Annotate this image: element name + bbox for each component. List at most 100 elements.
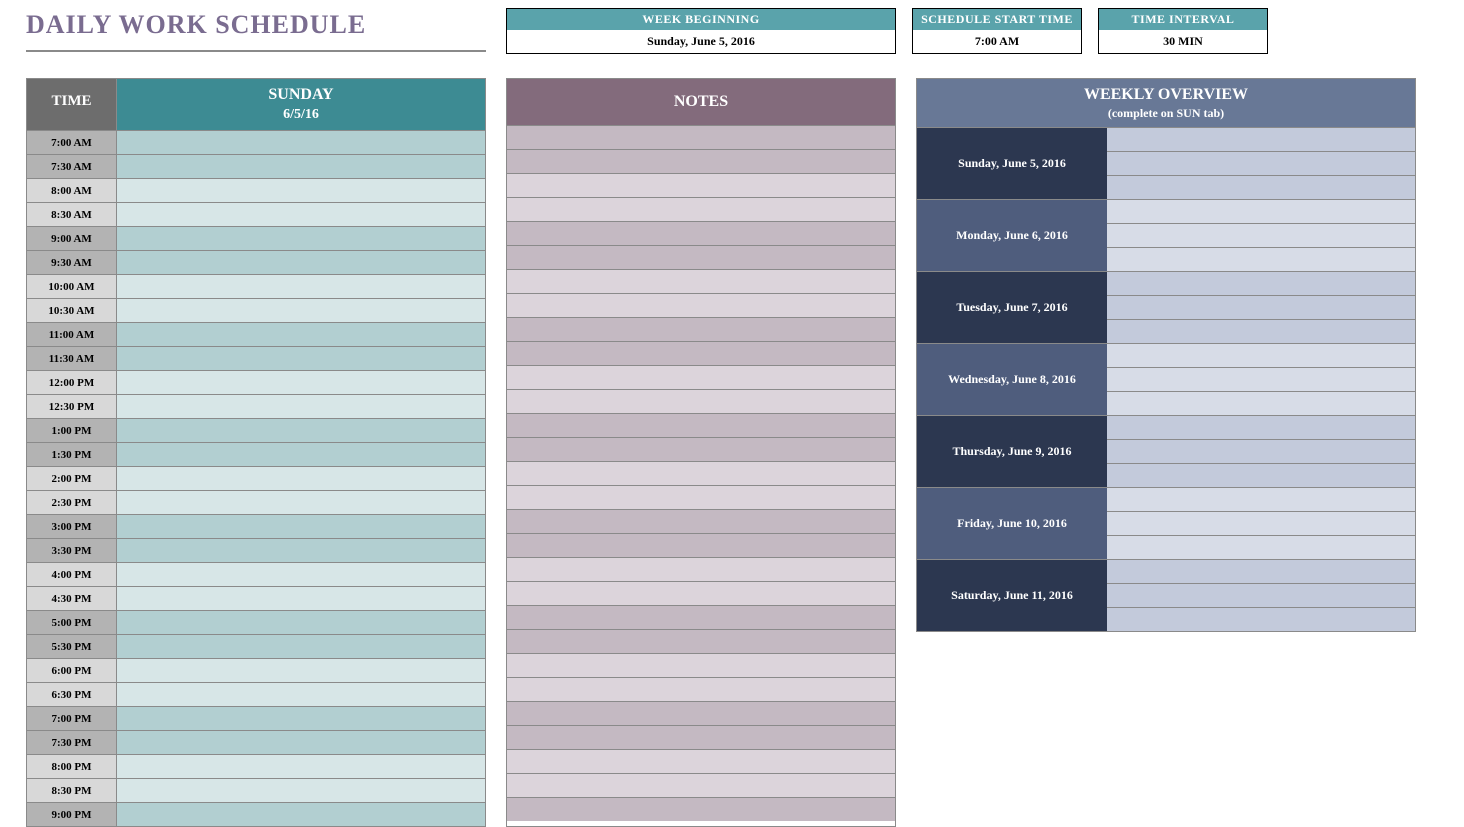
schedule-row: 6:30 PM: [27, 682, 485, 706]
weekly-cell[interactable]: [1107, 583, 1415, 607]
weekly-cell[interactable]: [1107, 199, 1415, 223]
notes-cell[interactable]: [507, 485, 895, 509]
schedule-row: 7:00 PM: [27, 706, 485, 730]
notes-cell[interactable]: [507, 173, 895, 197]
weekly-cell[interactable]: [1107, 391, 1415, 415]
notes-cell[interactable]: [507, 245, 895, 269]
weekly-cell[interactable]: [1107, 415, 1415, 439]
notes-cell[interactable]: [507, 653, 895, 677]
notes-cell[interactable]: [507, 317, 895, 341]
weekly-cell[interactable]: [1107, 487, 1415, 511]
weekly-cell[interactable]: [1107, 607, 1415, 631]
notes-cell[interactable]: [507, 197, 895, 221]
weekly-cell[interactable]: [1107, 247, 1415, 271]
weekly-cell[interactable]: [1107, 151, 1415, 175]
week-beginning-value[interactable]: Sunday, June 5, 2016: [507, 30, 895, 53]
notes-cell[interactable]: [507, 533, 895, 557]
schedule-cell[interactable]: [117, 178, 485, 202]
schedule-cell[interactable]: [117, 802, 485, 826]
schedule-cell[interactable]: [117, 466, 485, 490]
schedule-row: 12:00 PM: [27, 370, 485, 394]
notes-cell[interactable]: [507, 605, 895, 629]
interval-value[interactable]: 30 MIN: [1099, 30, 1267, 53]
schedule-cell[interactable]: [117, 706, 485, 730]
notes-cell[interactable]: [507, 389, 895, 413]
notes-cell[interactable]: [507, 365, 895, 389]
schedule-cell[interactable]: [117, 538, 485, 562]
time-cell: 12:30 PM: [27, 394, 117, 418]
schedule-cell[interactable]: [117, 346, 485, 370]
time-cell: 2:30 PM: [27, 490, 117, 514]
schedule-cell[interactable]: [117, 154, 485, 178]
schedule-cell[interactable]: [117, 250, 485, 274]
time-cell: 10:30 AM: [27, 298, 117, 322]
schedule-row: 3:30 PM: [27, 538, 485, 562]
notes-cell[interactable]: [507, 437, 895, 461]
notes-cell[interactable]: [507, 629, 895, 653]
schedule-cell[interactable]: [117, 562, 485, 586]
weekly-cell[interactable]: [1107, 463, 1415, 487]
schedule-cell[interactable]: [117, 658, 485, 682]
notes-cell[interactable]: [507, 581, 895, 605]
schedule-cell[interactable]: [117, 322, 485, 346]
schedule-cell[interactable]: [117, 226, 485, 250]
weekly-cell[interactable]: [1107, 295, 1415, 319]
weekly-cell[interactable]: [1107, 511, 1415, 535]
notes-cell[interactable]: [507, 701, 895, 725]
notes-cell[interactable]: [507, 269, 895, 293]
notes-cell[interactable]: [507, 557, 895, 581]
notes-cell[interactable]: [507, 797, 895, 821]
schedule-cell[interactable]: [117, 682, 485, 706]
schedule-cell[interactable]: [117, 442, 485, 466]
notes-cell[interactable]: [507, 341, 895, 365]
weekly-cell[interactable]: [1107, 319, 1415, 343]
time-cell: 9:00 AM: [27, 226, 117, 250]
weekly-cell[interactable]: [1107, 559, 1415, 583]
notes-cell[interactable]: [507, 413, 895, 437]
weekly-cell[interactable]: [1107, 343, 1415, 367]
schedule-cell[interactable]: [117, 298, 485, 322]
schedule-cell[interactable]: [117, 418, 485, 442]
time-cell: 8:30 AM: [27, 202, 117, 226]
schedule-cell[interactable]: [117, 514, 485, 538]
weekly-cell[interactable]: [1107, 271, 1415, 295]
notes-cell[interactable]: [507, 221, 895, 245]
schedule-cell[interactable]: [117, 754, 485, 778]
day-header-name: SUNDAY: [117, 85, 485, 106]
schedule-row: 2:00 PM: [27, 466, 485, 490]
schedule-cell[interactable]: [117, 202, 485, 226]
notes-cell[interactable]: [507, 125, 895, 149]
weekly-cell[interactable]: [1107, 439, 1415, 463]
weekly-cell[interactable]: [1107, 175, 1415, 199]
schedule-row: 3:00 PM: [27, 514, 485, 538]
time-cell: 11:00 AM: [27, 322, 117, 346]
weekly-column: WEEKLY OVERVIEW (complete on SUN tab) Su…: [916, 78, 1416, 632]
weekly-cell[interactable]: [1107, 223, 1415, 247]
schedule-cell[interactable]: [117, 610, 485, 634]
notes-cell[interactable]: [507, 509, 895, 533]
notes-cell[interactable]: [507, 749, 895, 773]
weekly-cell[interactable]: [1107, 367, 1415, 391]
notes-cell[interactable]: [507, 149, 895, 173]
schedule-cell[interactable]: [117, 730, 485, 754]
notes-cell[interactable]: [507, 293, 895, 317]
schedule-row: 10:30 AM: [27, 298, 485, 322]
schedule-cell[interactable]: [117, 370, 485, 394]
notes-cell[interactable]: [507, 725, 895, 749]
weekly-cell[interactable]: [1107, 535, 1415, 559]
notes-cell[interactable]: [507, 461, 895, 485]
schedule-cell[interactable]: [117, 778, 485, 802]
time-cell: 11:30 AM: [27, 346, 117, 370]
schedule-cell[interactable]: [117, 274, 485, 298]
notes-cell[interactable]: [507, 773, 895, 797]
schedule-cell[interactable]: [117, 130, 485, 154]
schedule-cell[interactable]: [117, 394, 485, 418]
time-cell: 10:00 AM: [27, 274, 117, 298]
weekly-cell[interactable]: [1107, 127, 1415, 151]
schedule-row: 8:30 AM: [27, 202, 485, 226]
notes-cell[interactable]: [507, 677, 895, 701]
start-time-value[interactable]: 7:00 AM: [913, 30, 1081, 53]
schedule-cell[interactable]: [117, 634, 485, 658]
schedule-cell[interactable]: [117, 490, 485, 514]
schedule-cell[interactable]: [117, 586, 485, 610]
